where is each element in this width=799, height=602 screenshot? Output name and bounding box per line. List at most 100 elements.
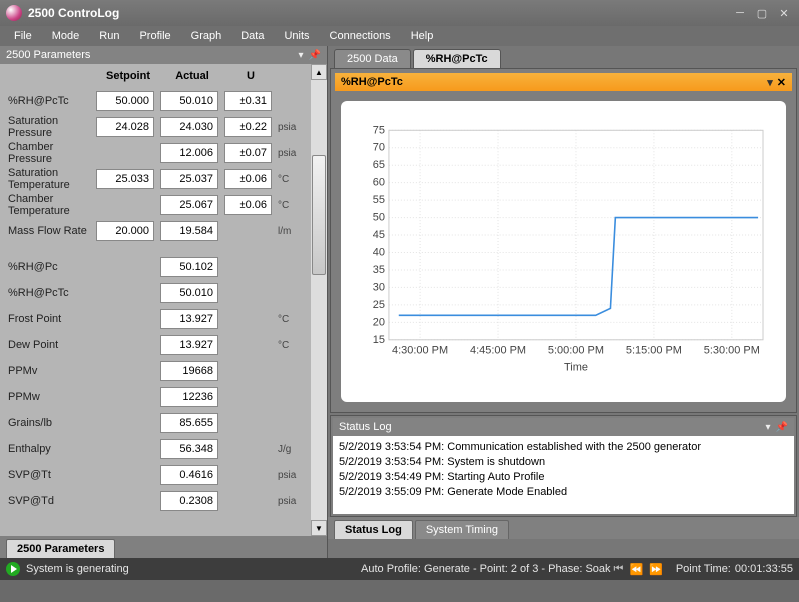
panel-pin-icon[interactable]: 📌 — [309, 50, 321, 61]
minimize-button[interactable]: ─ — [731, 6, 749, 20]
unit-label: psia — [278, 470, 306, 481]
actual-input[interactable] — [160, 465, 218, 485]
svg-text:5:00:00 PM: 5:00:00 PM — [548, 345, 604, 357]
col-u: U — [224, 70, 278, 82]
menu-connections[interactable]: Connections — [320, 28, 401, 44]
parameters-scrollbar[interactable]: ▲ ▼ — [311, 64, 327, 536]
tab-2500-data[interactable]: 2500 Data — [334, 49, 411, 68]
app-icon — [6, 5, 22, 21]
param-row: Chamber Pressure psia — [8, 140, 321, 166]
chart-title-text: %RH@PcTc — [341, 76, 403, 88]
param-label: Mass Flow Rate — [8, 225, 96, 237]
maximize-button[interactable]: ▢ — [753, 6, 771, 20]
tab-2500-parameters[interactable]: 2500 Parameters — [6, 539, 115, 558]
actual-input[interactable] — [160, 91, 218, 111]
svg-text:4:30:00 PM: 4:30:00 PM — [392, 345, 448, 357]
btab-status-log[interactable]: Status Log — [334, 520, 413, 539]
actual-input[interactable] — [160, 309, 218, 329]
param-label: Frost Point — [8, 313, 96, 325]
param-label: SVP@Td — [8, 495, 96, 507]
actual-input[interactable] — [160, 335, 218, 355]
point-time-value: 00:01:33:55 — [735, 563, 793, 575]
uncertainty-input[interactable] — [224, 169, 272, 189]
actual-input[interactable] — [160, 361, 218, 381]
left-tabs: 2500 Parameters — [0, 536, 327, 558]
btab-system-timing[interactable]: System Timing — [415, 520, 509, 539]
titlebar: 2500 ControLog ─ ▢ ✕ — [0, 0, 799, 26]
chart-menu-icon[interactable]: ▾ — [767, 76, 773, 89]
menu-help[interactable]: Help — [401, 28, 444, 44]
param-row: Saturation Temperature°C — [8, 166, 321, 192]
setpoint-input[interactable] — [96, 91, 154, 111]
unit-label: psia — [278, 148, 306, 159]
menu-units[interactable]: Units — [274, 28, 319, 44]
chart-close-icon[interactable]: ✕ — [777, 76, 786, 89]
chart-area: 152025303540455055606570754:30:00 PM4:45… — [341, 101, 786, 402]
param-row: PPMw — [8, 384, 321, 410]
log-entry: 5/2/2019 3:53:54 PM: Communication estab… — [339, 440, 788, 455]
actual-input[interactable] — [160, 491, 218, 511]
scroll-up-icon[interactable]: ▲ — [311, 64, 327, 80]
svg-text:30: 30 — [373, 281, 385, 293]
actual-input[interactable] — [160, 195, 218, 215]
param-row: %RH@PcTc — [8, 88, 321, 114]
status-log-body[interactable]: 5/2/2019 3:53:54 PM: Communication estab… — [333, 436, 794, 514]
tab--rh-pctc[interactable]: %RH@PcTc — [413, 49, 501, 68]
unit-label: l/m — [278, 226, 306, 237]
actual-input[interactable] — [160, 283, 218, 303]
status-log-header: Status Log ▾ 📌 — [333, 418, 794, 436]
uncertainty-input[interactable] — [224, 117, 272, 137]
scroll-down-icon[interactable]: ▼ — [311, 520, 327, 536]
uncertainty-input[interactable] — [224, 91, 272, 111]
status-left-text: System is generating — [26, 563, 129, 575]
svg-text:5:30:00 PM: 5:30:00 PM — [704, 345, 760, 357]
menu-run[interactable]: Run — [89, 28, 129, 44]
menu-mode[interactable]: Mode — [42, 28, 90, 44]
param-row: PPMv — [8, 358, 321, 384]
uncertainty-input[interactable] — [224, 195, 272, 215]
param-label: Dew Point — [8, 339, 96, 351]
menu-file[interactable]: File — [4, 28, 42, 44]
play-icon — [6, 562, 20, 576]
unit-label: °C — [278, 200, 306, 211]
svg-text:55: 55 — [373, 194, 385, 206]
nav-first-icon[interactable]: ⏮ — [614, 563, 624, 576]
svg-text:75: 75 — [373, 124, 385, 136]
actual-input[interactable] — [160, 221, 218, 241]
panel-menu-icon[interactable]: ▾ — [299, 50, 304, 61]
setpoint-input[interactable] — [96, 221, 154, 241]
menu-graph[interactable]: Graph — [181, 28, 232, 44]
actual-input[interactable] — [160, 387, 218, 407]
scroll-thumb[interactable] — [312, 155, 326, 275]
param-label: Chamber Pressure — [8, 141, 96, 165]
actual-input[interactable] — [160, 117, 218, 137]
actual-input[interactable] — [160, 257, 218, 277]
status-pin-icon[interactable]: 📌 — [776, 422, 788, 433]
log-entry: 5/2/2019 3:55:09 PM: Generate Mode Enabl… — [339, 485, 788, 500]
param-row: SVP@Ttpsia — [8, 462, 321, 488]
param-row: SVP@Tdpsia — [8, 488, 321, 514]
unit-label: °C — [278, 314, 306, 325]
setpoint-input[interactable] — [96, 169, 154, 189]
actual-input[interactable] — [160, 143, 218, 163]
window-title: 2500 ControLog — [28, 6, 119, 20]
right-tabs: 2500 Data%RH@PcTc — [328, 46, 799, 68]
column-headers: Setpoint Actual U — [8, 68, 321, 88]
close-button[interactable]: ✕ — [775, 6, 793, 20]
nav-next-icon[interactable]: ⏩ — [649, 563, 663, 576]
parameters-panel-title: 2500 Parameters — [6, 49, 90, 61]
actual-input[interactable] — [160, 439, 218, 459]
status-menu-icon[interactable]: ▾ — [766, 422, 771, 433]
parameters-panel: 2500 Parameters ▾ 📌 Setpoint Actual U %R… — [0, 46, 328, 558]
chart-panel: %RH@PcTc ▾ ✕ 152025303540455055606570754… — [330, 68, 797, 413]
log-entry: 5/2/2019 3:53:54 PM: System is shutdown — [339, 455, 788, 470]
uncertainty-input[interactable] — [224, 143, 272, 163]
menu-data[interactable]: Data — [231, 28, 274, 44]
param-row: Saturation Pressurepsia — [8, 114, 321, 140]
actual-input[interactable] — [160, 169, 218, 189]
actual-input[interactable] — [160, 413, 218, 433]
chart-title-bar: %RH@PcTc ▾ ✕ — [335, 73, 792, 91]
menu-profile[interactable]: Profile — [129, 28, 180, 44]
nav-prev-icon[interactable]: ⏪ — [629, 563, 643, 576]
setpoint-input[interactable] — [96, 117, 154, 137]
